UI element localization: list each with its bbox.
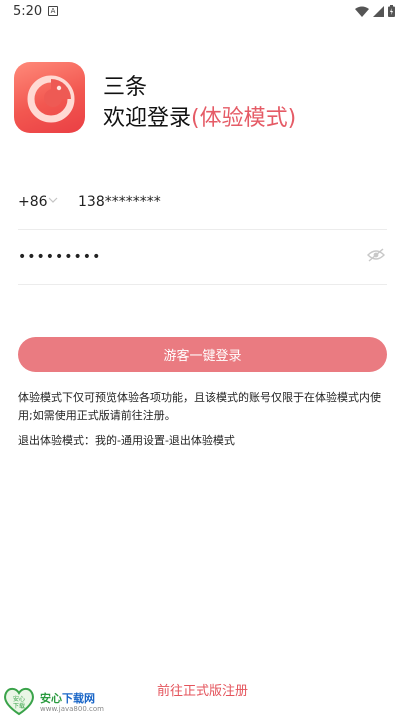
battery-icon — [388, 5, 395, 17]
country-code-selector[interactable]: +86 — [18, 194, 48, 210]
eye-off-icon[interactable] — [367, 248, 385, 262]
password-input[interactable] — [18, 246, 338, 268]
wifi-icon — [355, 6, 369, 17]
password-row — [18, 238, 387, 285]
phone-input[interactable] — [78, 191, 358, 213]
register-official-link[interactable]: 前往正式版注册 — [0, 680, 405, 699]
notification-icon: A — [48, 6, 58, 16]
phone-row: +86 — [18, 185, 387, 230]
watermark-url: www.java800.com — [40, 705, 104, 713]
mode-tag: (体验模式) — [191, 106, 297, 131]
status-bar: 5:20 A — [0, 0, 405, 24]
guest-login-button[interactable]: 游客一键登录 — [18, 337, 387, 372]
chevron-down-icon[interactable] — [48, 197, 58, 203]
signal-icon — [373, 5, 384, 17]
exit-trial-notice: 退出体验模式：我的-通用设置-退出体验模式 — [18, 434, 235, 447]
welcome-title: 欢迎登录(体验模式) — [103, 100, 296, 132]
app-logo — [14, 62, 85, 133]
status-time: 5:20 — [13, 4, 43, 19]
app-name: 三条 — [103, 75, 148, 100]
trial-mode-notice: 体验模式下仅可预览体验各项功能，且该模式的账号仅限于在体验模式内使用;如需使用正… — [18, 391, 381, 422]
app-logo-icon — [27, 75, 75, 123]
svg-text:下载: 下载 — [13, 702, 25, 710]
welcome-text: 欢迎登录 — [103, 106, 192, 131]
